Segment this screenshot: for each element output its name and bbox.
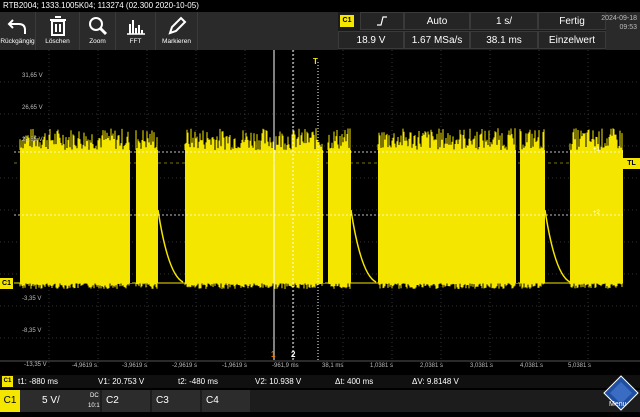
clock-date: 2024-09-18 [601, 15, 637, 22]
trash-icon [36, 14, 79, 38]
rising-edge-icon [376, 16, 388, 27]
y-tick: 26,65 V [22, 105, 43, 111]
undo-button[interactable]: Rückgängig [0, 12, 36, 50]
trigger-mode[interactable]: Auto [404, 12, 470, 30]
trigger-level-marker[interactable]: TL [623, 158, 640, 169]
x-tick: 5,0381 s [568, 363, 592, 369]
waveform-svg[interactable] [0, 50, 640, 373]
cursor-dt: Δt: 400 ms [335, 377, 374, 386]
y-tick: -3,35 V [22, 296, 42, 302]
pencil-icon [156, 14, 197, 38]
cursor1-marker[interactable]: 1 [271, 350, 275, 359]
x-tick: 2,0381 s [420, 363, 444, 369]
waveform-display[interactable]: 31,65 V 26,65 V 21,65 V -3,35 V -8,35 V … [0, 50, 640, 373]
clock-time: 09:53 [619, 24, 637, 31]
x-tick: -1,9619 s [222, 363, 248, 369]
fft-icon [116, 14, 155, 38]
channel-c1-scale: 5 V/ [42, 395, 60, 406]
zoom-button[interactable]: Zoom [80, 12, 116, 50]
cursor-source-badge[interactable]: C1 [2, 376, 13, 387]
waveform-decay [350, 209, 377, 283]
x-tick: -3,9619 s [122, 363, 148, 369]
waveform-block [378, 150, 516, 283]
channel-offset-marker[interactable]: C1 [0, 278, 13, 289]
x-tick: 1,0381 s [370, 363, 394, 369]
channel-c4-tab[interactable]: C4 [202, 390, 250, 412]
zoom-icon [80, 14, 115, 38]
menu-button[interactable]: Menu [602, 374, 640, 412]
cursor-t1: t1: -880 ms [18, 377, 59, 386]
timebase-scale[interactable]: 1 s/ [470, 12, 538, 30]
channel-c2-tab[interactable]: C2 [102, 390, 150, 412]
menu-label: Menu [609, 401, 627, 408]
waveform-decay [544, 209, 571, 283]
x-tick: 38,1 ms [322, 363, 344, 369]
horizontal-position[interactable]: 38.1 ms [470, 31, 538, 49]
x-tick: 4,0381 s [520, 363, 544, 369]
annotate-button[interactable]: Markieren [156, 12, 198, 50]
trigger-panel[interactable]: C1 Auto 1 s/ Fertig 18.9 V 1.67 MSa/s 38… [338, 12, 606, 50]
x-tick: -2,9619 s [172, 363, 198, 369]
y-tick: 31,65 V [22, 73, 43, 79]
trigger-position-marker[interactable]: T [313, 57, 318, 66]
undo-icon [0, 14, 35, 38]
cursor-t2: t2: -480 ms [178, 377, 219, 386]
channel-bar: C1 5 V/ DC 10:1 C2 C3 C4 [0, 390, 640, 412]
trigger-source-badge[interactable]: C1 [340, 15, 354, 27]
x-tick: -4,9619 s [72, 363, 98, 369]
trigger-level[interactable]: 18.9 V [338, 31, 404, 49]
waveform-block [185, 150, 323, 283]
clock: 2024-09-18 09:53 [601, 14, 637, 32]
waveform-block [520, 150, 545, 283]
y-tick: -13,35 V [24, 362, 47, 368]
window-title: RTB2004; 1333.1005K04; 113274 (02.300 20… [0, 0, 640, 12]
cursor-dv: ΔV: 9.8148 V [412, 377, 459, 386]
waveform-decay [157, 209, 184, 283]
cursor2-marker[interactable]: 2 [291, 350, 295, 359]
acquisition-mode[interactable]: Einzelwert [538, 31, 606, 49]
cursor-v2: V2: 10.938 V [255, 377, 302, 386]
channel-c3-tab[interactable]: C3 [152, 390, 200, 412]
y-tick: 21,65 V [22, 137, 43, 143]
waveform-block [136, 150, 158, 283]
channel-c1-probe: 10:1 [88, 403, 100, 409]
acquisition-state[interactable]: Fertig [538, 12, 606, 30]
cursor2-level-tag: +2 [593, 210, 600, 216]
trigger-slope-cell[interactable] [360, 12, 404, 30]
waveform-block [570, 150, 623, 283]
delete-button[interactable]: Löschen [36, 12, 80, 50]
channel-c1-settings[interactable]: 5 V/ DC 10:1 [20, 390, 100, 412]
x-tick: -961,9 ms [272, 363, 299, 369]
channel-c1-tab[interactable]: C1 [0, 390, 20, 412]
fft-button[interactable]: FFT [116, 12, 156, 50]
sample-rate[interactable]: 1.67 MSa/s [404, 31, 470, 49]
cursor1-level-tag: +1 [593, 147, 600, 153]
waveform-block [20, 150, 130, 283]
y-tick: -8,35 V [22, 328, 42, 334]
x-tick: 3,0381 s [470, 363, 494, 369]
waveform-block [328, 150, 351, 283]
cursor-v1: V1: 20.753 V [98, 377, 145, 386]
